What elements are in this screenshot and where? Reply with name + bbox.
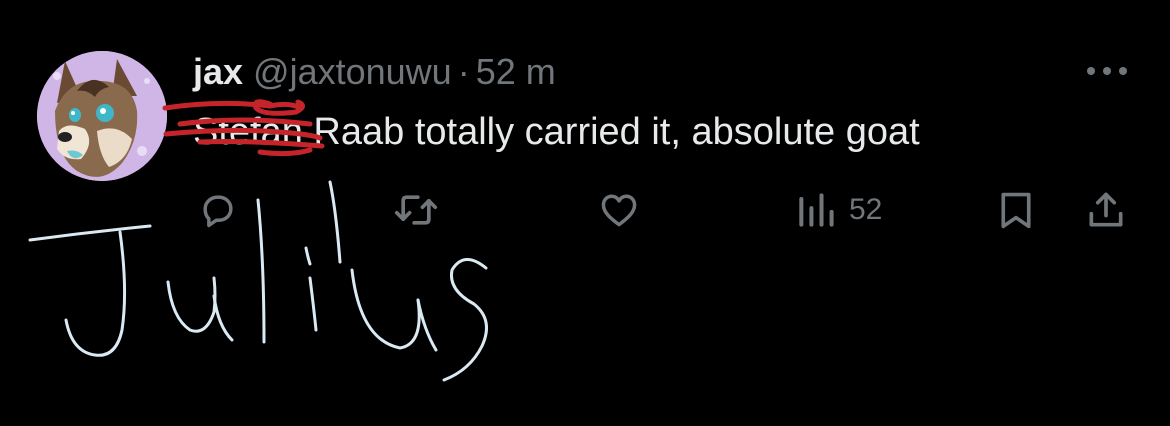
user-handle[interactable]: @jaxtonuwu — [253, 50, 452, 94]
retweet-icon — [394, 195, 438, 225]
retweet-button[interactable] — [392, 188, 440, 232]
tweet[interactable]: jax @jaxtonuwu · 52 m Stefan Raab totall… — [0, 0, 1170, 426]
more-horizontal-icon — [1087, 67, 1127, 75]
share-button[interactable] — [1084, 188, 1128, 232]
views-count: 52 — [849, 193, 883, 226]
reply-button[interactable] — [196, 188, 240, 232]
views-button[interactable]: 52 — [795, 188, 882, 232]
display-name[interactable]: jax — [193, 50, 243, 94]
timestamp[interactable]: 52 m — [476, 50, 556, 94]
avatar[interactable] — [37, 51, 167, 181]
action-bar: 52 — [0, 180, 1170, 240]
struck-word: Stefan — [193, 111, 303, 153]
like-icon — [601, 194, 637, 227]
views-icon — [799, 193, 834, 227]
bookmark-button[interactable] — [996, 188, 1036, 232]
tweet-header: jax @jaxtonuwu · 52 m — [193, 50, 556, 94]
share-icon — [1089, 192, 1123, 227]
tweet-text: Stefan Raab totally carried it, absolute… — [193, 108, 920, 156]
more-button[interactable] — [1082, 58, 1132, 84]
tweet-text-rest: Raab totally carried it, absolute goat — [302, 111, 920, 153]
separator-dot: · — [457, 51, 470, 92]
like-button[interactable] — [596, 188, 642, 232]
bookmark-icon — [1001, 192, 1031, 229]
reply-icon — [203, 195, 233, 228]
